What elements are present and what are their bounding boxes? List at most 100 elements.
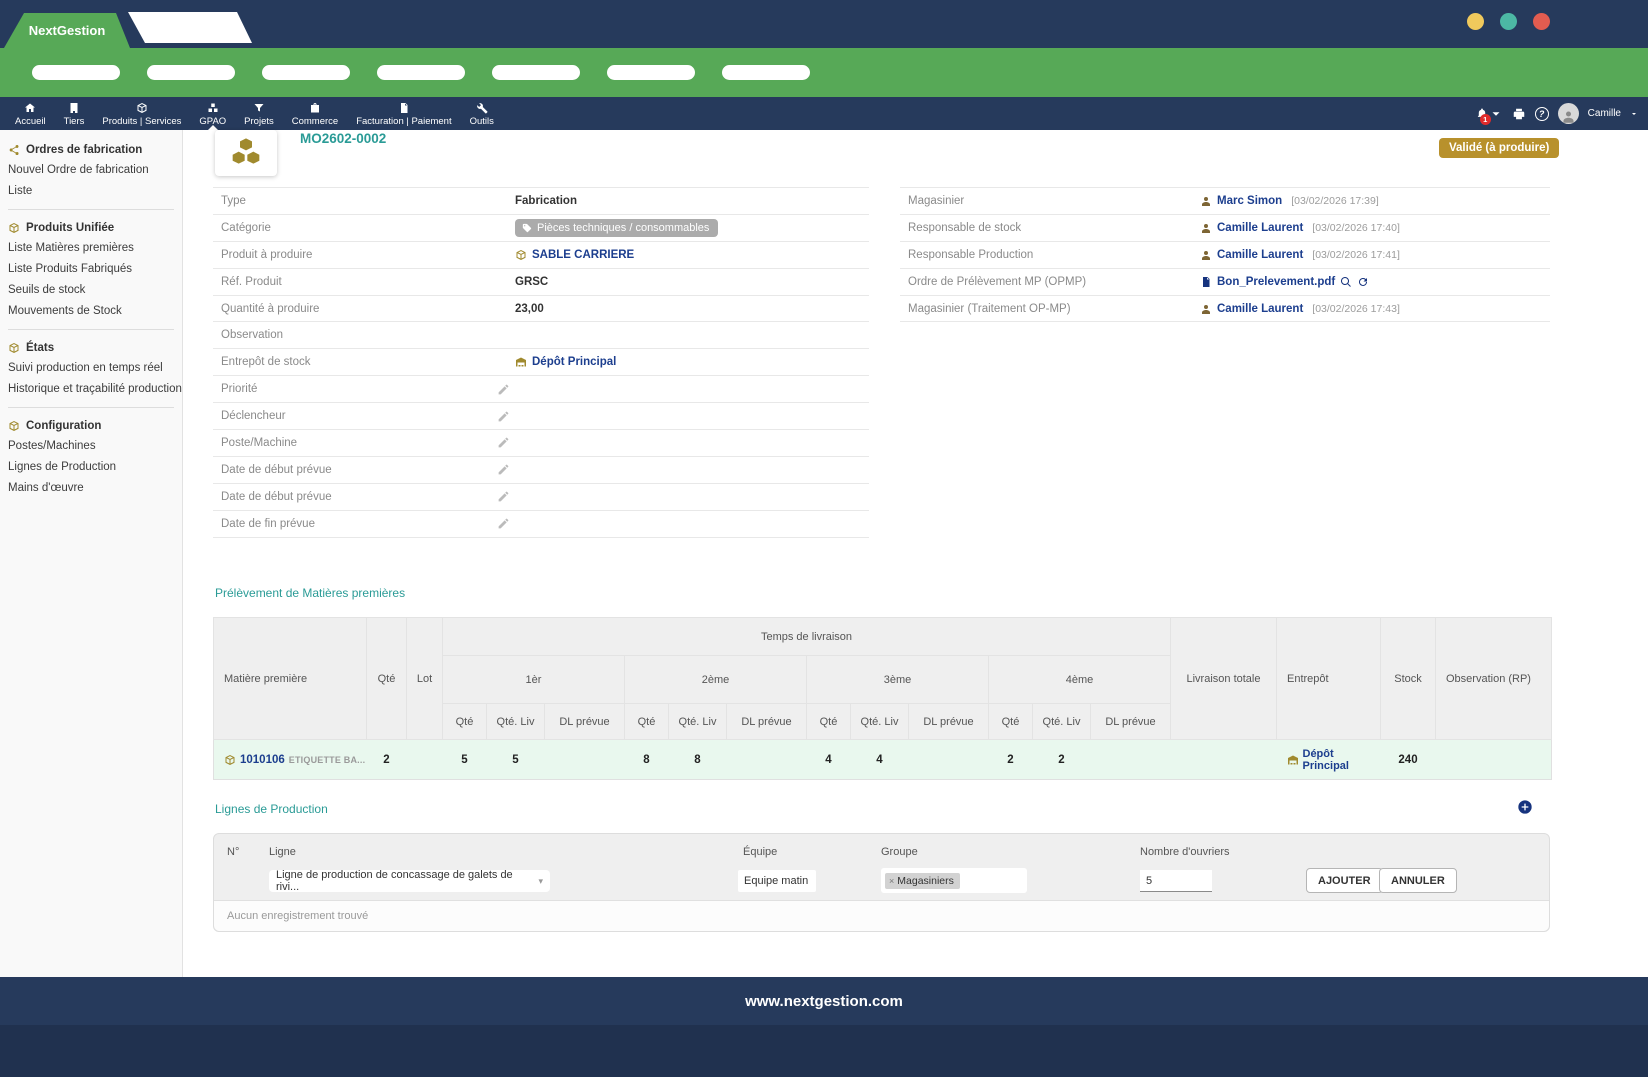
- person-icon: [1200, 303, 1212, 315]
- sidebar-item-liste[interactable]: Liste: [8, 185, 174, 197]
- empty-state-text: Aucun enregistrement trouvé: [214, 900, 1549, 931]
- detail-row-date-debut-1: Date de début prévue: [213, 457, 869, 484]
- product-icon-card: [215, 130, 277, 176]
- warehouse-link[interactable]: Dépôt Principal: [532, 356, 616, 368]
- timestamp: [03/02/2026 17:43]: [1312, 303, 1400, 315]
- nav-item-facturation[interactable]: Facturation | Paiement: [347, 97, 460, 130]
- production-section-title: Lignes de Production: [215, 802, 328, 816]
- sidebar-item-liste-matieres[interactable]: Liste Matières premières: [8, 242, 174, 254]
- pencil-icon[interactable]: [497, 436, 510, 449]
- order-details-left: Type Fabrication Catégorie Pièces techni…: [213, 187, 869, 538]
- detail-row-ref: Réf. Produit GRSC: [213, 269, 869, 296]
- avatar[interactable]: [1558, 103, 1579, 124]
- menu-pill[interactable]: [147, 65, 235, 80]
- sidebar-item-seuils[interactable]: Seuils de stock: [8, 284, 174, 296]
- timestamp: [03/02/2026 17:40]: [1312, 222, 1400, 234]
- user-menu[interactable]: Camille: [1588, 108, 1621, 119]
- pencil-icon[interactable]: [497, 410, 510, 423]
- nav-item-projets[interactable]: Projets: [235, 97, 283, 130]
- invoice-icon: [398, 102, 410, 114]
- secondary-tab[interactable]: [128, 12, 252, 43]
- nav-item-commerce[interactable]: Commerce: [283, 97, 347, 130]
- sidebar-item-suivi-production[interactable]: Suivi production en temps réel: [8, 362, 174, 374]
- material-code-link[interactable]: 1010106: [240, 754, 285, 766]
- menu-pill[interactable]: [722, 65, 810, 80]
- detail-row-observation: Observation: [213, 322, 869, 349]
- add-production-line-button[interactable]: [1517, 799, 1533, 815]
- workers-count-input[interactable]: [1140, 870, 1212, 892]
- magnifier-icon[interactable]: [1340, 276, 1352, 288]
- detail-row-quantite: Quantité à produire 23,00: [213, 296, 869, 323]
- groupe-input[interactable]: × Magasiniers: [881, 868, 1027, 893]
- sidebar-item-lignes-production[interactable]: Lignes de Production: [8, 461, 174, 473]
- production-line-select[interactable]: Ligne de production de concassage de gal…: [269, 870, 550, 892]
- menu-pill[interactable]: [262, 65, 350, 80]
- sidebar-item-liste-fabriques[interactable]: Liste Produits Fabriqués: [8, 263, 174, 275]
- pdf-link[interactable]: Bon_Prelevement.pdf: [1217, 276, 1335, 288]
- cell-observation: [1436, 740, 1552, 780]
- pencil-icon[interactable]: [497, 383, 510, 396]
- annuler-button[interactable]: ANNULER: [1379, 868, 1457, 893]
- nav-item-outils[interactable]: Outils: [461, 97, 503, 130]
- pencil-icon[interactable]: [497, 517, 510, 530]
- sidebar-section-ordres: Ordres de fabrication: [8, 144, 174, 156]
- nav-item-tiers[interactable]: Tiers: [55, 97, 94, 130]
- window-minimize-dot[interactable]: [1467, 13, 1484, 30]
- modules-icon: [207, 102, 219, 114]
- col-groupe: Groupe: [881, 846, 918, 858]
- type-value: Fabrication: [515, 195, 577, 207]
- detail-row-magasinier: Magasinier Marc Simon [03/02/2026 17:39]: [900, 188, 1550, 215]
- pdf-file-icon: [1200, 276, 1212, 288]
- col-stock: Stock: [1381, 618, 1436, 740]
- help-button[interactable]: ?: [1535, 107, 1549, 121]
- sidebar-item-mains-oeuvre[interactable]: Mains d'œuvre: [8, 482, 174, 494]
- print-button[interactable]: [1512, 107, 1526, 121]
- titlebar: NextGestion: [0, 0, 1648, 48]
- pencil-icon[interactable]: [497, 463, 510, 476]
- nav-item-accueil[interactable]: Accueil: [6, 97, 55, 130]
- ajouter-button[interactable]: AJOUTER: [1306, 868, 1383, 893]
- detail-row-produit: Produit à produire SABLE CARRIERE: [213, 242, 869, 269]
- nav-label: Accueil: [15, 116, 46, 127]
- sidebar-item-historique[interactable]: Historique et traçabilité production: [8, 383, 174, 395]
- page-title: MO2602-0002: [300, 131, 386, 146]
- nav-label: Produits | Services: [102, 116, 181, 127]
- menu-pill[interactable]: [377, 65, 465, 80]
- pencil-icon[interactable]: [497, 490, 510, 503]
- equipe-input[interactable]: [738, 870, 816, 892]
- cubes-icon: [230, 137, 262, 169]
- warehouse-link[interactable]: Dépôt Principal: [1303, 748, 1381, 772]
- window-close-dot[interactable]: [1533, 13, 1550, 30]
- timestamp: [03/02/2026 17:39]: [1291, 195, 1379, 207]
- person-link[interactable]: Camille Laurent: [1217, 303, 1303, 315]
- person-icon: [1200, 249, 1212, 261]
- col-observation: Observation (RP): [1436, 618, 1552, 740]
- nav-item-produits-services[interactable]: Produits | Services: [93, 97, 190, 130]
- menu-pill[interactable]: [32, 65, 120, 80]
- building-icon: [68, 102, 80, 114]
- menu-pill[interactable]: [607, 65, 695, 80]
- tag-icon: [522, 223, 532, 233]
- notifications-button[interactable]: 1: [1475, 107, 1503, 121]
- menu-pill[interactable]: [492, 65, 580, 80]
- sidebar-section-configuration: Configuration: [8, 420, 174, 432]
- nav-item-gpao[interactable]: GPAO: [190, 97, 235, 130]
- person-link[interactable]: Marc Simon: [1217, 195, 1282, 207]
- product-link[interactable]: SABLE CARRIERE: [532, 249, 634, 261]
- person-link[interactable]: Camille Laurent: [1217, 222, 1303, 234]
- window-maximize-dot[interactable]: [1500, 13, 1517, 30]
- materials-section-title: Prélèvement de Matières premières: [215, 586, 405, 600]
- sidebar-item-mouvements[interactable]: Mouvements de Stock: [8, 305, 174, 317]
- status-badge: Validé (à produire): [1439, 138, 1559, 158]
- person-link[interactable]: Camille Laurent: [1217, 249, 1303, 261]
- material-row: 1010106 ETIQUETTE BA... 2 55 88 44 22: [214, 740, 1552, 780]
- remove-tag-icon[interactable]: ×: [889, 876, 894, 886]
- sidebar: Ordres de fabrication Nouvel Ordre de fa…: [0, 130, 183, 977]
- chevron-down-icon: [1489, 107, 1503, 121]
- refresh-icon[interactable]: [1357, 276, 1369, 288]
- sidebar-item-nouvel-ordre[interactable]: Nouvel Ordre de fabrication: [8, 164, 174, 176]
- col-num: N°: [227, 846, 239, 858]
- col-livraison-totale: Livraison totale: [1171, 618, 1277, 740]
- group-4: 4ème: [989, 656, 1171, 704]
- sidebar-item-postes-machines[interactable]: Postes/Machines: [8, 440, 174, 452]
